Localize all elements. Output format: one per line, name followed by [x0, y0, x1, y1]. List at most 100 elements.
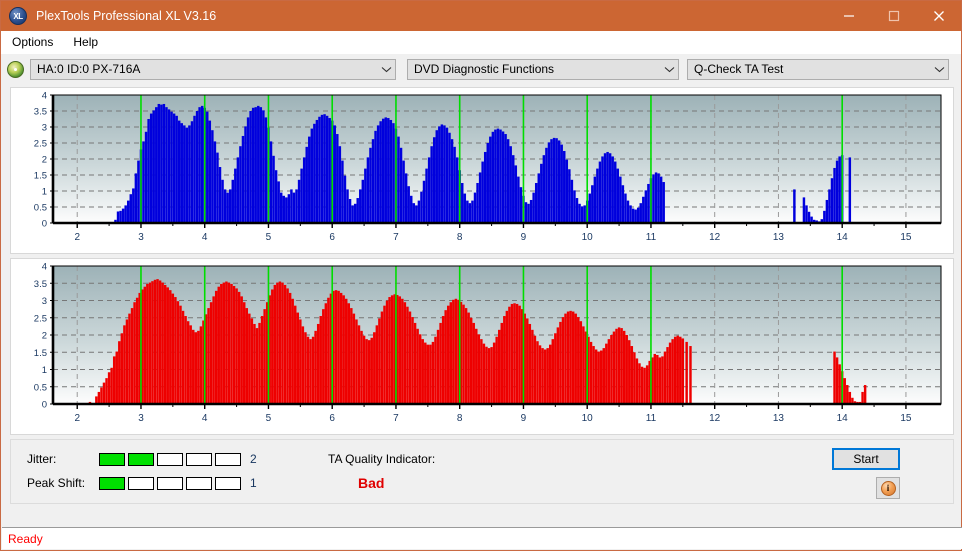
toolbar: HA:0 ID:0 PX-716A DVD Diagnostic Functio…: [1, 54, 961, 84]
svg-text:10: 10: [582, 232, 594, 243]
jitter-cell: [186, 452, 212, 466]
title-bar: XL PlexTools Professional XL V3.16: [1, 1, 961, 31]
svg-text:1: 1: [42, 187, 47, 198]
jitter-cell: [99, 452, 125, 466]
svg-text:0: 0: [42, 219, 47, 230]
ta-quality-value: Bad: [358, 475, 385, 491]
ta-quality-block: TA Quality Indicator: Bad: [328, 452, 435, 491]
jitter-cell: [157, 452, 183, 466]
results-panel: Jitter: 2 Peak Shift: 1 TA Quality Indic…: [10, 439, 954, 504]
close-icon[interactable]: [916, 1, 961, 31]
svg-text:1.5: 1.5: [34, 348, 47, 359]
svg-text:11: 11: [646, 232, 657, 243]
peak-shift-meter: [99, 476, 241, 490]
svg-text:3: 3: [42, 123, 47, 134]
window-title: PlexTools Professional XL V3.16: [36, 9, 217, 23]
svg-text:7: 7: [393, 413, 399, 424]
svg-text:3: 3: [138, 413, 144, 424]
application-window: XL PlexTools Professional XL V3.16 Optio…: [0, 0, 962, 551]
chevron-down-icon: [930, 66, 948, 73]
peak-shift-cell: [157, 476, 183, 490]
svg-text:2: 2: [42, 331, 47, 342]
jitter-label: Jitter:: [27, 452, 57, 466]
svg-text:15: 15: [900, 413, 912, 424]
menu-item-help[interactable]: Help: [64, 33, 107, 51]
svg-text:7: 7: [393, 232, 399, 243]
jitter-chart: 0 0.5 1 1.5 2 2.5 3 3.5 4 2 3 4 5 6 7 8 9 10 11 12 13 14 15: [34, 91, 942, 243]
svg-text:2: 2: [74, 413, 80, 424]
peak-shift-cell: [99, 476, 125, 490]
peak-shift-chart-panel: 0 0.5 1 1.5 2 2.5 3 3.5 4 2 3 4 5 6 7 8 9 10 11 12 13 14 15: [10, 258, 954, 435]
function-select[interactable]: DVD Diagnostic Functions: [407, 58, 679, 80]
peak-shift-value: 1: [250, 476, 257, 490]
status-bar: Ready: [2, 527, 962, 549]
svg-text:1: 1: [42, 365, 47, 376]
minimize-icon[interactable]: [826, 1, 871, 31]
drive-select[interactable]: HA:0 ID:0 PX-716A: [30, 58, 396, 80]
svg-text:3.5: 3.5: [34, 279, 47, 290]
svg-text:12: 12: [709, 232, 721, 243]
menu-item-options[interactable]: Options: [3, 33, 62, 51]
svg-text:4: 4: [202, 232, 208, 243]
peak-shift-cell: [128, 476, 154, 490]
peak-shift-cell: [186, 476, 212, 490]
info-button[interactable]: i: [876, 477, 900, 499]
svg-text:4: 4: [202, 413, 208, 424]
svg-text:9: 9: [521, 232, 527, 243]
jitter-chart-panel: 0 0.5 1 1.5 2 2.5 3 3.5 4 2 3 4 5 6 7 8 9 10 11 12 13 14 15: [10, 87, 954, 254]
disc-icon: [7, 60, 24, 78]
jitter-cell: [128, 452, 154, 466]
info-icon: i: [880, 480, 896, 496]
svg-text:4: 4: [42, 262, 47, 273]
charts-area: 0 0.5 1 1.5 2 2.5 3 3.5 4 2 3 4 5 6 7 8 9 10 11 12 13 14 15 00…: [1, 84, 961, 435]
svg-text:14: 14: [837, 232, 849, 243]
svg-text:11: 11: [646, 413, 657, 424]
svg-text:0: 0: [42, 400, 47, 411]
svg-text:4: 4: [42, 91, 47, 102]
svg-text:10: 10: [582, 413, 594, 424]
svg-text:12: 12: [709, 413, 721, 424]
svg-text:3: 3: [42, 296, 47, 307]
svg-text:5: 5: [266, 232, 272, 243]
menu-bar: Options Help: [1, 31, 961, 54]
peak-shift-indicator: Peak Shift: 1: [27, 476, 257, 490]
drive-select-label: HA:0 ID:0 PX-716A: [37, 62, 141, 76]
ta-quality-label: TA Quality Indicator:: [328, 452, 436, 466]
chevron-down-icon: [377, 66, 395, 73]
peak-shift-label: Peak Shift:: [27, 476, 86, 490]
svg-text:6: 6: [329, 413, 335, 424]
jitter-meter: [99, 452, 241, 466]
svg-text:2.5: 2.5: [34, 139, 47, 150]
svg-text:0.5: 0.5: [34, 382, 47, 393]
peak-shift-chart: 0 0.5 1 1.5 2 2.5 3 3.5 4 2 3 4 5 6 7 8 9 10 11 12 13 14 15: [34, 262, 942, 424]
test-select[interactable]: Q-Check TA Test: [687, 58, 949, 80]
svg-text:2.5: 2.5: [34, 313, 47, 324]
window-controls: [826, 1, 961, 31]
svg-text:8: 8: [457, 413, 463, 424]
peak-shift-cell: [215, 476, 241, 490]
status-text: Ready: [8, 531, 43, 546]
chevron-down-icon: [660, 66, 678, 73]
svg-text:6: 6: [329, 232, 335, 243]
svg-text:0.5: 0.5: [34, 203, 47, 214]
svg-text:9: 9: [521, 413, 527, 424]
start-button[interactable]: Start: [832, 448, 900, 470]
maximize-icon[interactable]: [871, 1, 916, 31]
svg-text:13: 13: [773, 413, 785, 424]
svg-text:1.5: 1.5: [34, 171, 47, 182]
jitter-indicator: Jitter: 2: [27, 452, 257, 466]
jitter-value: 2: [250, 452, 257, 466]
svg-text:3: 3: [138, 232, 144, 243]
svg-text:3.5: 3.5: [34, 107, 47, 118]
svg-text:8: 8: [457, 232, 463, 243]
svg-text:2: 2: [42, 155, 47, 166]
app-logo-icon: XL: [9, 7, 27, 25]
svg-text:2: 2: [74, 232, 80, 243]
svg-text:14: 14: [837, 413, 849, 424]
svg-text:15: 15: [900, 232, 912, 243]
svg-text:13: 13: [773, 232, 785, 243]
test-select-label: Q-Check TA Test: [694, 62, 784, 76]
svg-text:5: 5: [266, 413, 272, 424]
jitter-cell: [215, 452, 241, 466]
function-select-label: DVD Diagnostic Functions: [414, 62, 555, 76]
